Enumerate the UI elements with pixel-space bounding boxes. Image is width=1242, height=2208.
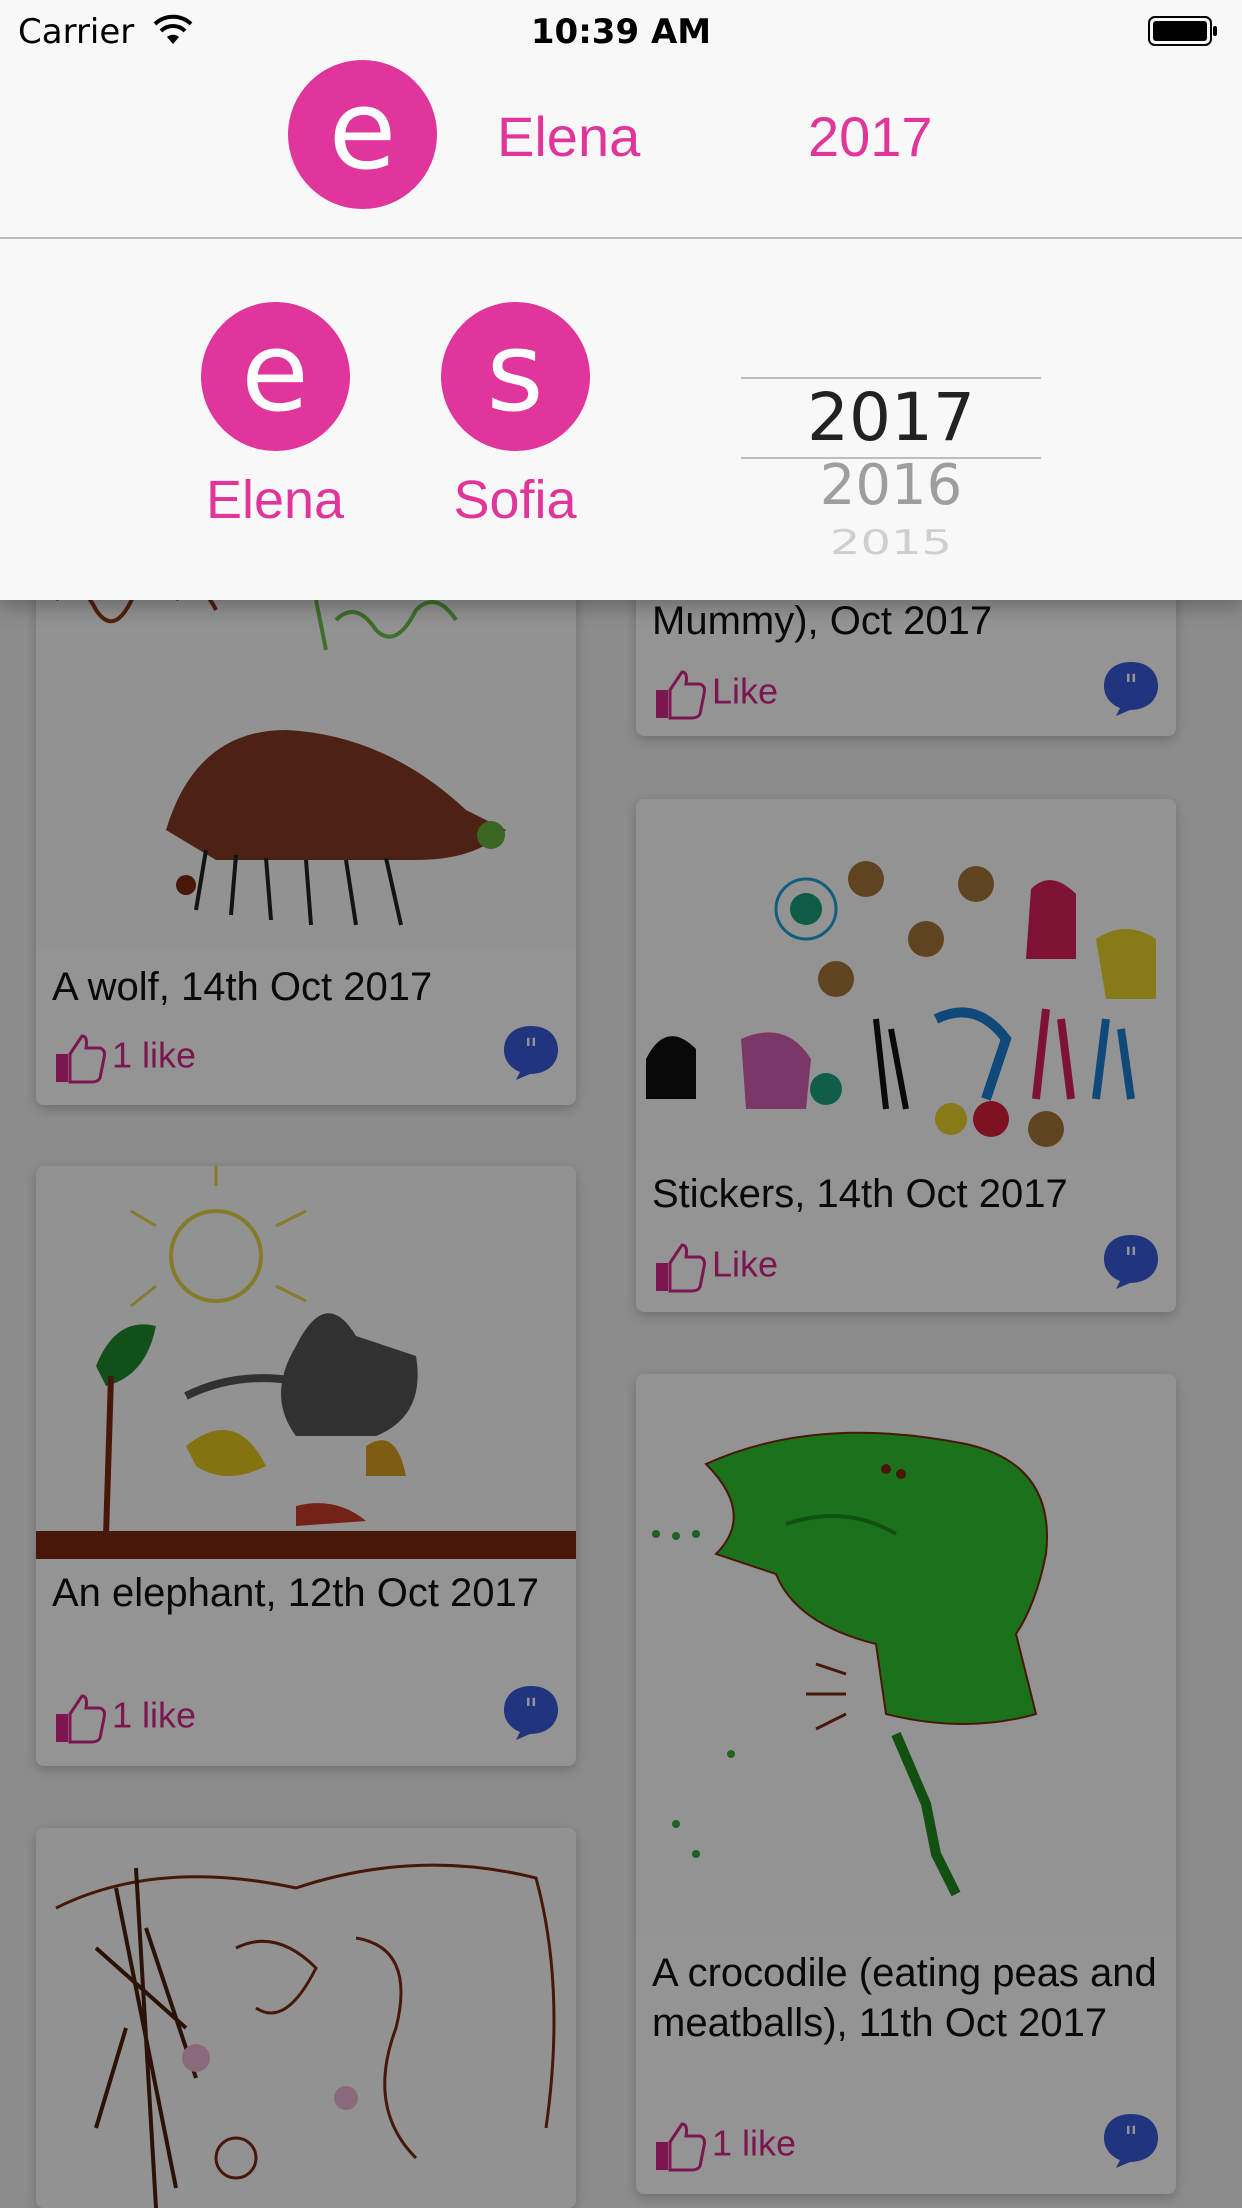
- year-option[interactable]: 2016: [741, 453, 1041, 518]
- clock: 10:39 AM: [530, 12, 712, 52]
- child-name: Sofia: [453, 470, 577, 530]
- year-picker[interactable]: 2017 2016 2015: [741, 377, 1041, 587]
- selected-child-name[interactable]: Elena: [497, 104, 640, 169]
- selected-year[interactable]: 2017: [808, 104, 933, 169]
- filter-panel: e Elena s Sofia 2017 2016 2015: [0, 239, 1242, 600]
- year-option[interactable]: 2015: [741, 523, 1041, 562]
- child-avatar: s: [440, 302, 590, 451]
- battery-icon: [1148, 16, 1217, 46]
- selected-child-avatar[interactable]: e: [288, 60, 437, 209]
- navigation-bar: e Elena 2017: [0, 60, 1242, 239]
- child-option-elena[interactable]: e Elena: [175, 302, 375, 531]
- status-bar: Carrier 10:39 AM: [0, 0, 1242, 60]
- child-name: Elena: [205, 470, 345, 530]
- year-option[interactable]: 2017: [741, 379, 1041, 456]
- child-avatar: e: [200, 302, 350, 451]
- child-option-sofia[interactable]: s Sofia: [415, 302, 615, 531]
